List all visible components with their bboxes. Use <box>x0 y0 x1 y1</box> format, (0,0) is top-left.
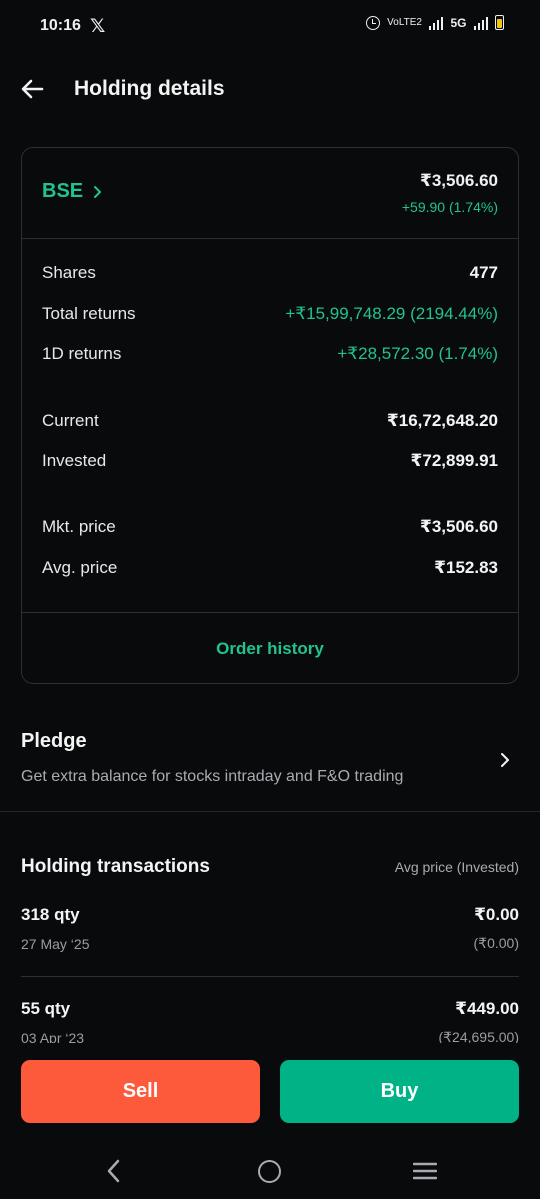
stock-link[interactable]: BSE <box>42 180 103 203</box>
day-returns-value: +₹28,572.30 (1.74%) <box>337 344 498 363</box>
day-returns-label: 1D returns <box>42 344 122 363</box>
transaction-date: 27 May ‘25 <box>21 935 90 952</box>
stock-symbol: BSE <box>42 180 84 202</box>
transactions-subtitle: Avg price (Invested) <box>394 859 519 875</box>
chevron-right-icon <box>94 185 102 198</box>
mkt-price-row: Mkt. price ₹3,506.60 <box>42 516 498 538</box>
total-returns-row: Total returns +₹15,99,748.29 (2194.44%) <box>42 303 498 325</box>
shares-row: Shares 477 <box>42 262 498 284</box>
avg-price-value: ₹152.83 <box>434 558 498 577</box>
current-row: Current ₹16,72,648.20 <box>42 410 498 432</box>
transactions-title: Holding transactions <box>21 856 210 877</box>
system-nav-bar <box>0 1143 540 1199</box>
shares-value: 477 <box>469 263 498 282</box>
stock-day-change: +59.90 (1.74%) <box>401 199 498 215</box>
total-returns-label: Total returns <box>42 304 136 323</box>
mkt-price-value: ₹3,506.60 <box>419 517 498 536</box>
stock-ltp: ₹3,506.60 <box>419 171 498 190</box>
action-bar: Sell Buy <box>0 1043 540 1143</box>
invested-row: Invested ₹72,899.91 <box>42 450 498 472</box>
holding-card: BSE ₹3,506.60 +59.90 (1.74%) Shares 477 … <box>21 147 519 684</box>
pledge-description: Get extra balance for stocks intraday an… <box>21 768 404 785</box>
transaction-qty: 55 qty <box>21 999 71 1018</box>
pledge-title: Pledge <box>21 730 87 752</box>
avg-price-row: Avg. price ₹152.83 <box>42 557 498 579</box>
total-returns-value: +₹15,99,748.29 (2194.44%) <box>285 304 498 323</box>
invested-value: ₹72,899.91 <box>410 451 498 470</box>
nav-back-icon[interactable] <box>104 1158 124 1184</box>
avg-price-label: Avg. price <box>42 558 118 577</box>
transaction-price: ₹449.00 <box>455 999 519 1018</box>
transaction-invested: (₹0.00) <box>473 935 519 951</box>
transaction-price: ₹0.00 <box>474 905 519 924</box>
day-returns-row: 1D returns +₹28,572.30 (1.74%) <box>42 343 498 365</box>
current-label: Current <box>42 411 99 430</box>
scroll-content[interactable]: Holding details BSE ₹3,506.60 +59.90 (1.… <box>0 0 540 1043</box>
transaction-row: 318 qty ₹0.00 27 May ‘25 (₹0.00) <box>21 905 519 952</box>
nav-home-icon[interactable] <box>258 1160 281 1183</box>
page-title: Holding details <box>74 77 225 100</box>
order-history-button[interactable]: Order history <box>22 613 518 685</box>
transaction-date: 03 Apr ‘23 <box>21 1029 85 1044</box>
pledge-section[interactable]: Pledge Get extra balance for stocks intr… <box>0 712 540 812</box>
buy-button[interactable]: Buy <box>280 1060 519 1123</box>
current-value: ₹16,72,648.20 <box>386 411 498 430</box>
transaction-invested: (₹24,695.00) <box>438 1029 519 1043</box>
sell-button[interactable]: Sell <box>21 1060 260 1123</box>
back-arrow-icon[interactable] <box>18 74 48 104</box>
stock-summary: BSE ₹3,506.60 +59.90 (1.74%) <box>22 148 518 239</box>
transaction-qty: 318 qty <box>21 905 80 924</box>
nav-recents-icon[interactable] <box>413 1162 437 1180</box>
chevron-right-icon <box>501 753 509 767</box>
transaction-row: 55 qty ₹449.00 03 Apr ‘23 (₹24,695.00) <box>21 999 519 1043</box>
mkt-price-label: Mkt. price <box>42 517 116 536</box>
transaction-divider <box>21 976 519 977</box>
invested-label: Invested <box>42 451 107 470</box>
shares-label: Shares <box>42 263 96 282</box>
transactions-header: Holding transactions Avg price (Invested… <box>21 856 519 878</box>
app-header: Holding details <box>0 60 540 120</box>
